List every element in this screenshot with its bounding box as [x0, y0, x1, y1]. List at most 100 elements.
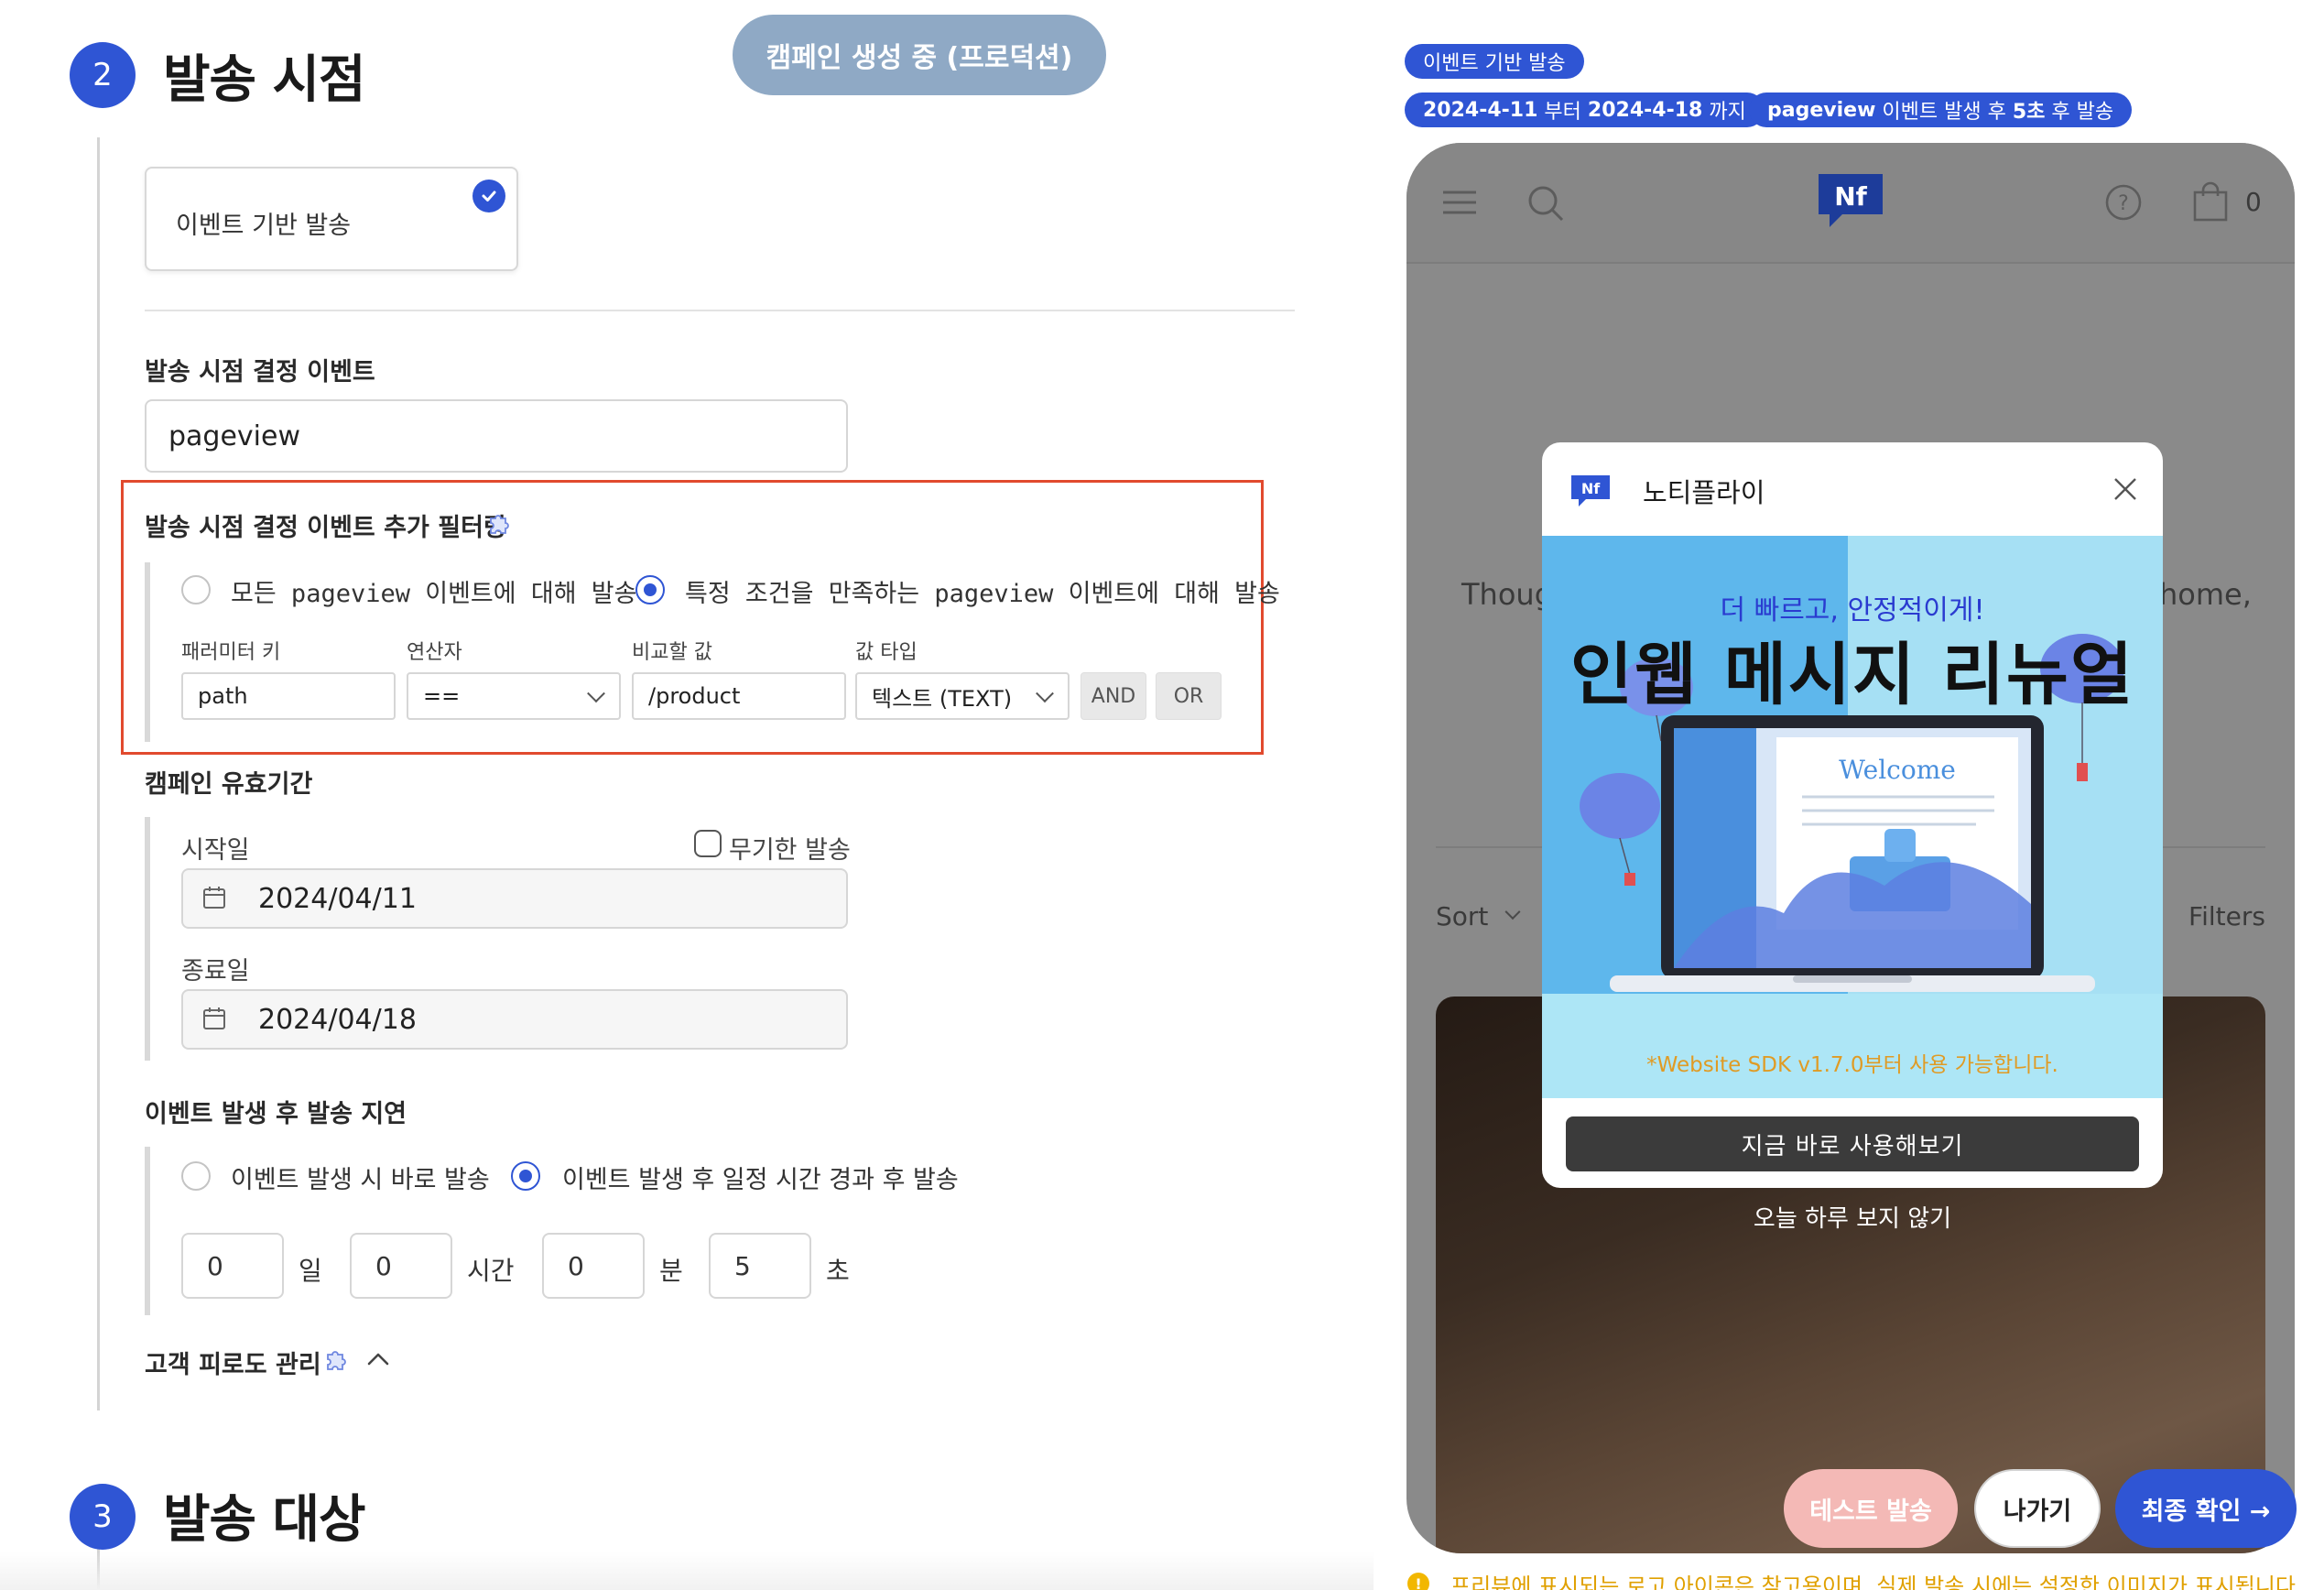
- and-button[interactable]: AND: [1081, 672, 1146, 720]
- compare-value-input[interactable]: /product: [632, 672, 846, 720]
- event-filter-label: 발송 시점 결정 이벤트 추가 필터링: [145, 514, 506, 542]
- trigger-event-label: 발송 시점 결정 이벤트: [145, 358, 375, 387]
- popup-cta-button[interactable]: 지금 바로 사용해보기: [1566, 1116, 2139, 1171]
- puzzle-icon: [327, 1351, 346, 1370]
- preview-body-text-right: home,: [2159, 577, 2252, 612]
- popup-banner-image: 더 빠르고, 안정적이게! 인웹 메시지 리뉴얼 Welcome *Websit…: [1542, 536, 2163, 1098]
- chevron-down-icon: [587, 684, 605, 703]
- unlimited-checkbox-label: 무기한 발송: [729, 836, 851, 865]
- preview-filters-label: Filters: [2188, 901, 2265, 931]
- start-date-value: 2024/04/11: [258, 882, 417, 915]
- or-button[interactable]: OR: [1156, 672, 1222, 720]
- period-from-text: 부터: [1544, 101, 1581, 124]
- chevron-up-icon[interactable]: [364, 1348, 392, 1370]
- event-end-text: 후 발송: [2051, 101, 2114, 124]
- column-compare-value: 비교할 값: [632, 641, 712, 664]
- start-date-label: 시작일: [181, 836, 250, 865]
- section-divider: [145, 310, 1295, 311]
- puzzle-icon: [490, 515, 509, 534]
- column-value-type: 값 타입: [855, 641, 918, 664]
- help-icon: ?: [2105, 184, 2142, 221]
- delay-radio-immediate-label: 이벤트 발생 시 바로 발송: [231, 1166, 490, 1194]
- send-delay-label: 이벤트 발생 후 발송 지연: [145, 1100, 407, 1128]
- preview-sort-label: Sort: [1436, 901, 1489, 931]
- delay-minutes-unit: 분: [659, 1256, 683, 1286]
- filter-radio-specific[interactable]: [635, 575, 665, 604]
- delay-value-text: 5초: [2012, 101, 2046, 124]
- filter-radio-specific-label: 특정 조건을 만족하는 pageview 이벤트에 대해 발송: [685, 580, 1280, 608]
- trigger-card-label: 이벤트 기반 발송: [176, 212, 352, 240]
- svg-text:Nf: Nf: [1581, 480, 1601, 497]
- period-end-text: 2024-4-18: [1587, 98, 1703, 122]
- value-type-select-value: 텍스트 (TEXT): [872, 685, 1013, 712]
- delay-radio-immediate[interactable]: [181, 1161, 211, 1191]
- delay-hours-input[interactable]: 0: [350, 1233, 452, 1299]
- cart-icon: [2193, 181, 2228, 222]
- section-title-audience: 발송 대상: [163, 1490, 366, 1550]
- step-connector-line: [97, 137, 100, 1410]
- dont-show-today-link[interactable]: 오늘 하루 보지 않기: [1542, 1200, 2163, 1234]
- step-3-badge: 3: [70, 1484, 136, 1550]
- warning-icon: !: [1407, 1573, 1429, 1590]
- final-confirm-button[interactable]: 최종 확인 →: [2115, 1469, 2297, 1548]
- filter-indent-line: [145, 562, 150, 742]
- delay-days-input[interactable]: 0: [181, 1233, 284, 1299]
- campaign-status-pill: 캠페인 생성 중 (프로덕션): [733, 15, 1106, 95]
- preview-tag-period: 2024-4-11 부터 2024-4-18 까지: [1405, 93, 1765, 127]
- operator-select-value: ==: [423, 683, 461, 709]
- value-type-select[interactable]: 텍스트 (TEXT): [855, 672, 1070, 720]
- svg-text:Nf: Nf: [1834, 181, 1867, 212]
- delay-seconds-input[interactable]: 5: [709, 1233, 811, 1299]
- delay-radio-after[interactable]: [511, 1161, 540, 1191]
- start-date-input[interactable]: 2024/04/11: [181, 868, 848, 929]
- banner-note: *Website SDK v1.7.0부터 사용 가능합니다.: [1646, 1053, 2058, 1077]
- svg-text:?: ?: [2118, 192, 2129, 215]
- test-send-button[interactable]: 테스트 발송: [1784, 1469, 1958, 1548]
- end-date-label: 종료일: [181, 957, 250, 986]
- section-title-send-timing: 발송 시점: [163, 50, 366, 110]
- nf-logo-icon: Nf: [1819, 174, 1883, 227]
- preview-body-text-left: Thoug: [1461, 577, 1553, 612]
- preview-site-header: Nf ? 0: [1406, 143, 2295, 264]
- chevron-down-icon: [1504, 904, 1521, 920]
- delay-radio-after-label: 이벤트 발생 후 일정 시간 경과 후 발송: [562, 1166, 959, 1194]
- trigger-event-input[interactable]: pageview: [145, 399, 848, 473]
- operator-select[interactable]: ==: [407, 672, 621, 720]
- event-name-text: pageview: [1767, 98, 1876, 122]
- delay-hours-unit: 시간: [467, 1256, 515, 1286]
- validity-period-label: 캠페인 유효기간: [145, 770, 313, 799]
- filter-radio-all[interactable]: [181, 575, 211, 604]
- event-middle-text: 이벤트 발생 후: [1882, 101, 2006, 124]
- menu-icon: [1443, 191, 1476, 214]
- cart-count: 0: [2245, 187, 2262, 217]
- close-icon[interactable]: [2110, 474, 2141, 505]
- unlimited-checkbox[interactable]: [694, 830, 722, 857]
- end-date-value: 2024/04/18: [258, 1003, 417, 1036]
- laptop-illustration: Welcome: [1610, 715, 2095, 992]
- delay-indent-line: [145, 1147, 150, 1315]
- param-key-input[interactable]: path: [181, 672, 396, 720]
- calendar-icon: [203, 887, 225, 909]
- filter-radio-all-label: 모든 pageview 이벤트에 대해 발송: [231, 580, 637, 608]
- search-icon: [1528, 186, 1564, 222]
- preview-tag-event: pageview 이벤트 발생 후 5초 후 발송: [1749, 93, 2133, 127]
- step-2-badge: 2: [70, 42, 136, 108]
- delay-minutes-input[interactable]: 0: [542, 1233, 645, 1299]
- banner-bottom-strip: [1542, 994, 2163, 1098]
- preview-notice-text: 프리뷰에 표시되는 로고 아이콘은 참고용이며, 실제 발송 시에는 설정한 이…: [1450, 1574, 2303, 1590]
- trigger-card-event-based[interactable]: 이벤트 기반 발송: [145, 167, 518, 271]
- nf-logo-icon: Nf: [1571, 475, 1610, 506]
- fatigue-management-toggle[interactable]: 고객 피로도 관리: [145, 1345, 321, 1380]
- laptop-welcome-text: Welcome: [1839, 755, 1956, 785]
- period-until-text: 까지: [1709, 101, 1746, 124]
- exit-button[interactable]: 나가기: [1974, 1469, 2101, 1548]
- delay-days-unit: 일: [299, 1256, 322, 1286]
- banner-headline: 인웹 메시지 리뉴얼: [1569, 636, 2135, 714]
- inweb-message-popup: Nf 노티플라이 더 빠르고, 안정적이게! 인웹 메시지 리뉴얼 Welcom…: [1542, 442, 2163, 1188]
- calendar-icon: [203, 1007, 225, 1029]
- end-date-input[interactable]: 2024/04/18: [181, 989, 848, 1050]
- preview-tag-trigger: 이벤트 기반 발송: [1405, 44, 1584, 79]
- validity-indent-line: [145, 817, 150, 1061]
- bottom-fade: [0, 1552, 1374, 1590]
- svg-text:!: !: [1415, 1575, 1421, 1590]
